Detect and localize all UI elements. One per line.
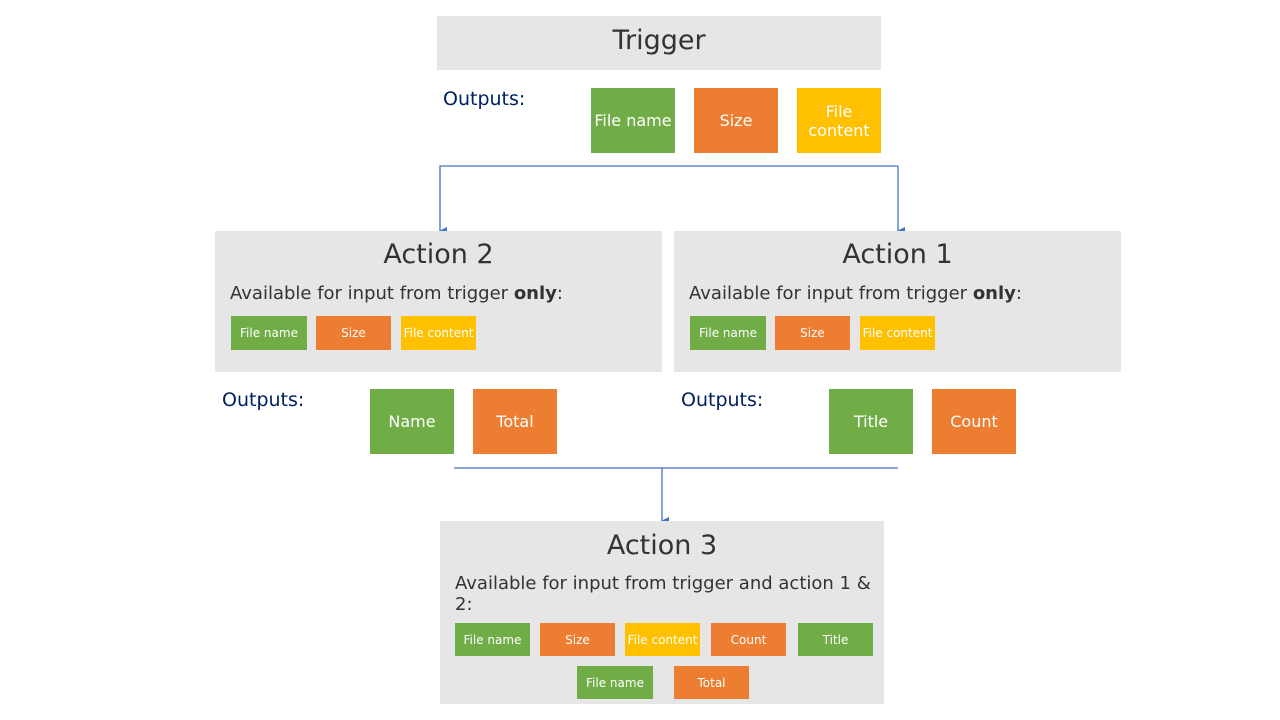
input-token: File content <box>401 316 476 350</box>
input-token: Size <box>540 623 615 656</box>
action2-title: Action 2 <box>383 239 494 270</box>
output-token: Title <box>829 389 913 454</box>
output-token: File name <box>591 88 675 153</box>
output-token: Name <box>370 389 454 454</box>
output-token: Count <box>932 389 1016 454</box>
input-token: Count <box>711 623 786 656</box>
input-token: File name <box>455 623 530 656</box>
input-token: File content <box>860 316 935 350</box>
input-token: Size <box>316 316 391 350</box>
action3-title: Action 3 <box>606 530 718 561</box>
trigger-outputs-label: Outputs: <box>443 88 526 110</box>
input-token: File name <box>577 666 653 699</box>
action2-available-text: Available for input from trigger only: <box>230 283 563 304</box>
input-token: Size <box>775 316 850 350</box>
action1-box: Action 1 Available for input from trigge… <box>674 231 1121 372</box>
input-token: File content <box>625 623 700 656</box>
input-token: Title <box>798 623 873 656</box>
output-token: Size <box>694 88 778 153</box>
input-token: File name <box>231 316 307 350</box>
action1-title: Action 1 <box>842 239 953 270</box>
action1-available-text: Available for input from trigger only: <box>689 283 1022 304</box>
action2-box: Action 2 Available for input from trigge… <box>215 231 662 372</box>
trigger-box: Trigger <box>437 16 881 70</box>
output-token: File content <box>797 88 881 153</box>
input-token: Total <box>674 666 749 699</box>
input-token: File name <box>690 316 766 350</box>
output-token: Total <box>473 389 557 454</box>
connector-trigger-action2 <box>439 165 898 235</box>
action3-available-text: Available for input from trigger and act… <box>455 573 871 615</box>
action1-outputs-label: Outputs: <box>681 389 764 411</box>
action2-outputs-label: Outputs: <box>222 389 305 411</box>
action3-box: Action 3 Available for input from trigge… <box>440 521 884 704</box>
trigger-title: Trigger <box>612 25 706 56</box>
